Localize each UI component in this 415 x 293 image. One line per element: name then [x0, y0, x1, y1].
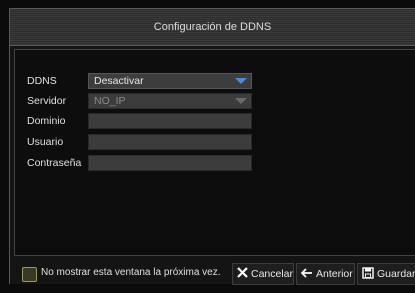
server-select-value: NO_IP — [94, 95, 126, 107]
user-row: Usuario — [27, 134, 85, 150]
server-label: Servidor — [27, 95, 67, 107]
ddns-dialog: Configuración de DDNS DDNS Desactivar Se… — [9, 8, 415, 285]
save-button[interactable]: Guardar — [357, 263, 415, 285]
dialog-title: Configuración de DDNS — [10, 9, 415, 46]
form-panel: DDNS Desactivar Servidor NO_IP Dominio U… — [14, 49, 415, 256]
back-button[interactable]: Anterior — [296, 263, 355, 285]
close-icon — [237, 267, 248, 281]
cancel-button-label: Cancelar — [251, 268, 294, 280]
domain-label: Dominio — [27, 115, 66, 127]
arrow-left-icon — [300, 267, 313, 281]
back-button-label: Anterior — [316, 268, 353, 280]
user-field[interactable] — [88, 134, 252, 150]
dont-show-again-checkbox[interactable] — [22, 267, 37, 282]
save-button-label: Guardar — [377, 268, 415, 280]
dialog-footer: No mostrar esta ventana la próxima vez. … — [10, 263, 415, 293]
ddns-select[interactable]: Desactivar — [88, 73, 252, 89]
server-select[interactable]: NO_IP — [88, 93, 252, 109]
domain-field[interactable] — [88, 113, 252, 129]
password-row: Contraseña — [27, 155, 85, 171]
server-row: Servidor — [27, 93, 85, 109]
chevron-down-icon[interactable] — [235, 98, 247, 104]
ddns-select-value: Desactivar — [94, 75, 144, 87]
password-field[interactable] — [88, 155, 252, 171]
ddns-label: DDNS — [27, 75, 57, 87]
password-label: Contraseña — [27, 157, 82, 169]
dont-show-again-label[interactable]: No mostrar esta ventana la próxima vez. — [41, 267, 221, 278]
ddns-row: DDNS — [27, 73, 85, 89]
chevron-down-icon[interactable] — [235, 78, 247, 84]
user-label: Usuario — [27, 136, 64, 148]
floppy-disk-icon — [362, 266, 374, 282]
cancel-button[interactable]: Cancelar — [232, 263, 294, 285]
domain-row: Dominio — [27, 113, 85, 129]
